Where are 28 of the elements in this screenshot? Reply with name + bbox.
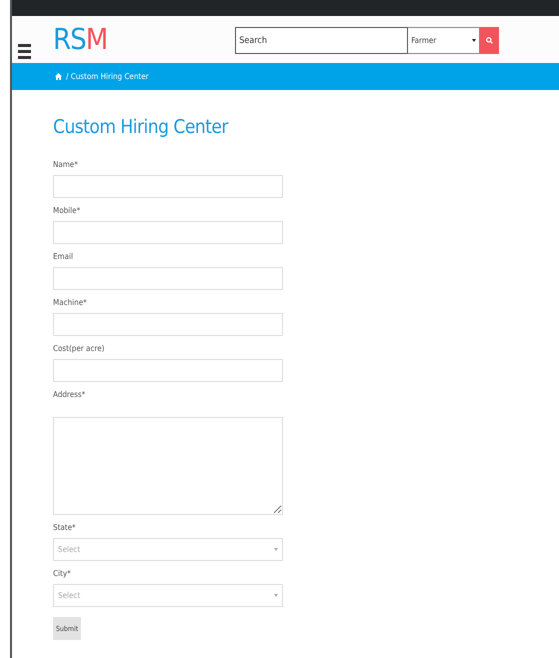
field-label: Cost(per acre) — [53, 344, 106, 354]
breadcrumb-current: / Custom Hiring Center — [66, 72, 149, 81]
field-label: City* — [53, 569, 72, 579]
logo[interactable]: RSM — [53, 22, 108, 56]
field-label: Machine* — [53, 298, 88, 308]
input-field[interactable] — [53, 221, 283, 244]
caret-icon — [274, 548, 278, 551]
home-icon[interactable] — [55, 73, 62, 80]
search-icon — [486, 37, 494, 44]
menu-icon[interactable] — [18, 44, 31, 59]
field-label: Name* — [53, 160, 79, 170]
search-field[interactable]: Search — [235, 27, 408, 54]
field-label: Email — [53, 252, 74, 262]
caret-icon — [472, 39, 476, 42]
search-button[interactable] — [480, 27, 500, 54]
field-label: Mobile* — [53, 206, 82, 216]
select-field[interactable]: Select — [53, 584, 283, 607]
input-field[interactable] — [53, 359, 283, 382]
page-title: Custom Hiring Center — [53, 116, 230, 138]
address-field[interactable] — [53, 417, 283, 515]
field-label: State* — [53, 523, 77, 533]
input-field[interactable] — [53, 175, 283, 198]
input-field[interactable] — [53, 313, 283, 336]
caret-icon — [274, 594, 278, 597]
select-field[interactable]: Select — [53, 538, 283, 561]
input-field[interactable] — [53, 267, 283, 290]
field-label: Address* — [53, 390, 86, 400]
category-select[interactable]: Farmer — [408, 27, 480, 54]
